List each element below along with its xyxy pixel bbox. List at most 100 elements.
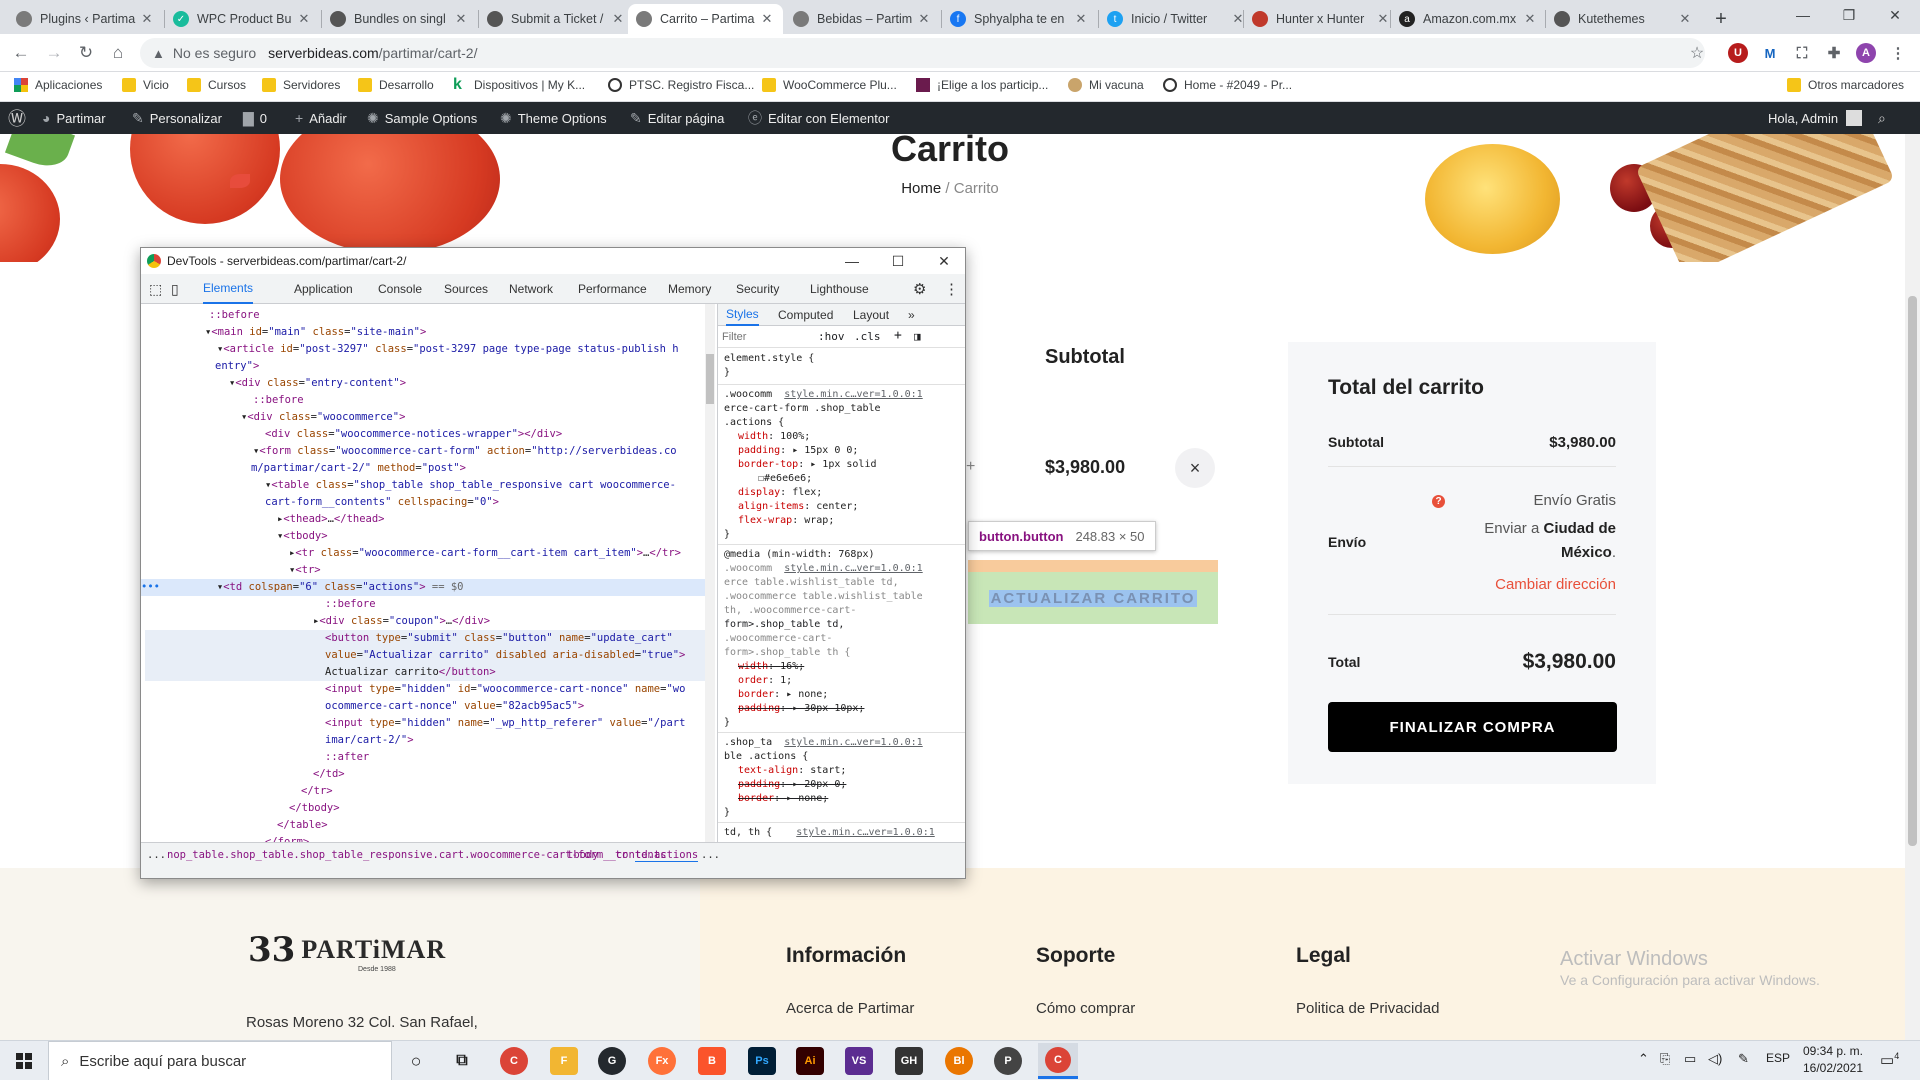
dom-node[interactable]: ::before	[253, 392, 304, 409]
bookmark-link[interactable]: Mi vacuna	[1068, 78, 1144, 92]
dom-node[interactable]: ▾<tbody>	[277, 528, 328, 545]
dom-node-hovered[interactable]: Actualizar carrito</button>	[145, 664, 705, 681]
extension-m-icon[interactable]: M	[1760, 43, 1780, 63]
remove-item-button[interactable]: ×	[1175, 448, 1215, 488]
tab-layout[interactable]: Layout	[853, 304, 889, 326]
extensions-puzzle-icon[interactable]: ✚	[1824, 43, 1844, 63]
style-rule-selector[interactable]: ble .actions {	[724, 750, 808, 764]
new-tab-button[interactable]: +	[1706, 4, 1736, 34]
dom-node-hovered[interactable]: value="Actualizar carrito" disabled aria…	[145, 647, 705, 664]
browser-tab[interactable]: Hunter x Hunter ✕	[1244, 4, 1399, 34]
style-declaration[interactable]: display: flex;	[738, 486, 822, 500]
taskbar-app-explorer[interactable]: F	[550, 1047, 578, 1075]
tray-volume-icon[interactable]: ◁)	[1708, 1051, 1722, 1067]
dom-node[interactable]: cart-form__contents" cellspacing="0">	[265, 494, 499, 511]
class-toggle[interactable]: .cls	[854, 330, 881, 343]
wordpress-logo-icon[interactable]: Ⓦ	[8, 102, 32, 134]
taskbar-app-chrome-active[interactable]: C	[1038, 1043, 1078, 1079]
bookmark-folder[interactable]: Vicio	[122, 78, 169, 92]
minimize-icon[interactable]: —	[1780, 0, 1826, 30]
taskbar-app-postman[interactable]: P	[994, 1047, 1022, 1075]
tab-close-icon[interactable]: ✕	[1677, 11, 1693, 27]
style-rule-selector[interactable]: erce table.wishlist_table td,	[724, 576, 899, 590]
dom-node[interactable]: ocommerce-cart-nonce" value="82acb95ac5"…	[325, 698, 584, 715]
dom-node[interactable]: ::after	[325, 749, 369, 766]
style-rule-selector[interactable]: form>.shop_table th {	[724, 646, 850, 660]
style-declaration[interactable]: order: 1;	[738, 674, 792, 688]
hover-state-toggle[interactable]: :hov	[818, 330, 845, 343]
style-declaration[interactable]: align-items: center;	[738, 500, 858, 514]
change-address-link[interactable]: Cambiar dirección	[1495, 576, 1616, 593]
tab-close-icon[interactable]: ✕	[1073, 11, 1089, 27]
forward-icon[interactable]: →	[42, 42, 66, 64]
screenshot-icon[interactable]: ⛶	[1792, 43, 1812, 63]
dom-node[interactable]: ▾<table class="shop_table shop_table_res…	[265, 477, 676, 494]
breadcrumb-overflow[interactable]: ...	[147, 849, 166, 861]
style-rule-selector[interactable]: erce-cart-form .shop_table	[724, 402, 881, 416]
tab-performance[interactable]: Performance	[578, 274, 647, 304]
extension-ublock-icon[interactable]: U	[1728, 43, 1748, 63]
tab-close-icon[interactable]: ✕	[296, 11, 312, 27]
taskbar-app-github[interactable]: G	[598, 1047, 626, 1075]
bookmark-folder[interactable]: Desarrollo	[358, 78, 434, 92]
partimar-logo[interactable]: 33 PARTiMAR Desde 1988	[248, 930, 446, 973]
dom-node-hovered[interactable]: <button type="submit" class="button" nam…	[145, 630, 705, 647]
browser-tab[interactable]: Bebidas – Partim ✕	[785, 4, 940, 34]
home-icon[interactable]: ⌂	[106, 42, 130, 64]
dom-node[interactable]: m/partimar/cart-2/" method="post">	[251, 460, 466, 477]
tab-security[interactable]: Security	[736, 274, 779, 304]
tab-styles[interactable]: Styles	[726, 304, 759, 326]
style-declaration[interactable]: border: ▸ none;	[738, 688, 828, 702]
style-declaration[interactable]: flex-wrap: wrap;	[738, 514, 834, 528]
tab-computed[interactable]: Computed	[778, 304, 833, 326]
dom-node[interactable]: ▾<main id="main" class="site-main">	[205, 324, 426, 341]
dom-node[interactable]: </table>	[277, 817, 328, 834]
tab-close-icon[interactable]: ✕	[916, 11, 932, 27]
settings-gear-icon[interactable]: ⚙	[913, 274, 926, 304]
page-scrollbar-thumb[interactable]	[1908, 296, 1917, 846]
elements-tree[interactable]: ::before ▾<main id="main" class="site-ma…	[141, 304, 715, 842]
adminbar-edit-page[interactable]: ✎ Editar página	[630, 102, 724, 134]
tab-network[interactable]: Network	[509, 274, 553, 304]
dom-node[interactable]: ::before	[209, 307, 260, 324]
checkout-button[interactable]: FINALIZAR COMPRA	[1328, 702, 1617, 752]
style-rule-selector[interactable]: th, .woocommerce-cart-	[724, 604, 856, 618]
adminbar-sample-options[interactable]: ✺ Sample Options	[367, 102, 477, 134]
browser-tab[interactable]: Plugins ‹ Partima ✕	[8, 4, 163, 34]
qty-plus-button[interactable]: +	[966, 458, 975, 476]
adminbar-new[interactable]: + Añadir	[295, 102, 347, 134]
breadcrumb-tr[interactable]: tr	[615, 849, 628, 861]
bookmark-other[interactable]: Otros marcadores	[1787, 78, 1904, 92]
taskbar-app-firefox[interactable]: Fx	[648, 1047, 676, 1075]
style-rule-selector[interactable]: element.style {	[724, 352, 814, 366]
tray-display-icon[interactable]: ▭	[1684, 1051, 1696, 1067]
dom-node[interactable]: ::before	[325, 596, 376, 613]
browser-tab[interactable]: f Sphyalpha te en ✕	[942, 4, 1097, 34]
taskbar-app-chrome[interactable]: C	[500, 1047, 528, 1075]
tab-close-icon[interactable]: ✕	[453, 11, 469, 27]
style-declaration[interactable]: text-align: start;	[738, 764, 846, 778]
tray-language[interactable]: ESP	[1766, 1051, 1790, 1065]
dom-node[interactable]: <input type="hidden" name="_wp_http_refe…	[325, 715, 685, 732]
style-declaration-overridden[interactable]: padding: ▸ 30px 10px;	[738, 702, 864, 716]
devtools-minimize-icon[interactable]: —	[829, 248, 875, 274]
notifications-icon[interactable]: ▭4	[1880, 1051, 1899, 1069]
device-toolbar-icon[interactable]: ▯	[171, 274, 179, 304]
tab-application[interactable]: Application	[294, 274, 353, 304]
cortana-icon[interactable]: ○	[402, 1047, 430, 1075]
style-rule-selector[interactable]: .actions {	[724, 416, 784, 430]
breadcrumb-tbody[interactable]: tbody	[567, 849, 599, 861]
style-declaration[interactable]: padding: ▸ 15px 0 0;	[738, 444, 858, 458]
browser-tab[interactable]: Bundles on singl ✕	[322, 4, 477, 34]
breadcrumb-overflow-end[interactable]: ...	[701, 849, 720, 861]
adminbar-customize[interactable]: ✎ Personalizar	[132, 102, 222, 134]
bookmark-folder[interactable]: WooCommerce Plu...	[762, 78, 897, 92]
profile-avatar[interactable]: A	[1856, 43, 1876, 63]
browser-tab[interactable]: t Inicio / Twitter ✕	[1099, 4, 1254, 34]
toggle-sidebar-icon[interactable]: ◨	[914, 330, 921, 343]
address-bar[interactable]: ▲ No es seguro serverbideas.com/partimar…	[140, 38, 1705, 68]
style-declaration[interactable]: width: 100%;	[738, 430, 810, 444]
tab-more[interactable]: »	[908, 304, 915, 326]
style-rule-selector[interactable]: .woocommerce-cart-	[724, 632, 832, 646]
dom-node[interactable]: </tbody>	[289, 800, 340, 817]
